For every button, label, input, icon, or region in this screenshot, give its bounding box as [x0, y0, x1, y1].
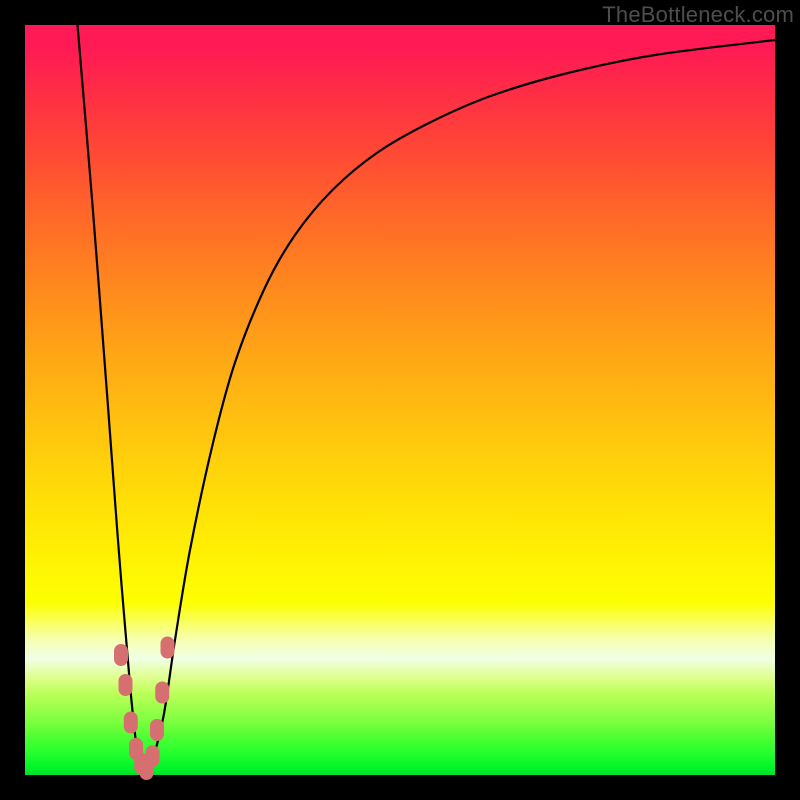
chart-frame: TheBottleneck.com [0, 0, 800, 800]
watermark-text: TheBottleneck.com [602, 2, 794, 28]
chart-svg [25, 25, 775, 775]
bottleneck-curve [78, 25, 776, 775]
marker-point [124, 712, 138, 734]
marker-point [155, 682, 169, 704]
marker-point [119, 674, 133, 696]
marker-point [146, 745, 160, 767]
marker-point [150, 719, 164, 741]
marker-point [114, 644, 128, 666]
plot-area [25, 25, 775, 775]
marker-point [161, 637, 175, 659]
